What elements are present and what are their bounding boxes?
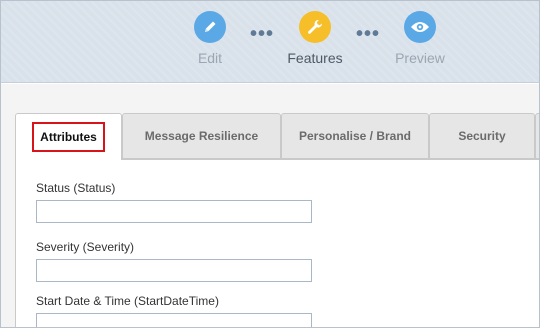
app-window: Edit ••• Features ••• Preview Attributes…	[0, 0, 540, 328]
severity-input[interactable]	[36, 259, 312, 282]
pencil-icon	[194, 11, 226, 43]
tab-overflow[interactable]	[535, 113, 539, 159]
wrench-icon	[299, 11, 331, 43]
tab-attributes[interactable]: Attributes	[15, 113, 122, 160]
tab-message-resilience[interactable]: Message Resilience	[122, 113, 281, 159]
severity-label: Severity (Severity)	[36, 240, 135, 254]
tab-attributes-label: Attributes	[32, 122, 105, 152]
tab-security[interactable]: Security	[429, 113, 535, 159]
step-edit-label: Edit	[197, 50, 223, 66]
step-preview-label: Preview	[395, 50, 445, 66]
tab-bar: Attributes Message Resilience Personalis…	[15, 113, 539, 160]
wizard-stepper: Edit ••• Features ••• Preview	[1, 1, 539, 83]
tab-personalise-brand[interactable]: Personalise / Brand	[281, 113, 429, 159]
step-features-label: Features	[287, 50, 343, 66]
step-edit[interactable]: Edit	[170, 11, 250, 66]
step-features[interactable]: Features	[275, 11, 355, 66]
step-preview[interactable]: Preview	[380, 11, 460, 66]
start-datetime-input[interactable]	[36, 313, 312, 327]
content-area: Attributes Message Resilience Personalis…	[1, 84, 539, 327]
attributes-panel: Status (Status) Severity (Severity) Star…	[15, 159, 539, 327]
status-label: Status (Status)	[36, 181, 116, 195]
step-separator: •••	[250, 23, 275, 45]
status-input[interactable]	[36, 200, 312, 223]
start-datetime-label: Start Date & Time (StartDateTime)	[36, 294, 219, 308]
eye-icon	[404, 11, 436, 43]
step-separator: •••	[356, 23, 381, 45]
